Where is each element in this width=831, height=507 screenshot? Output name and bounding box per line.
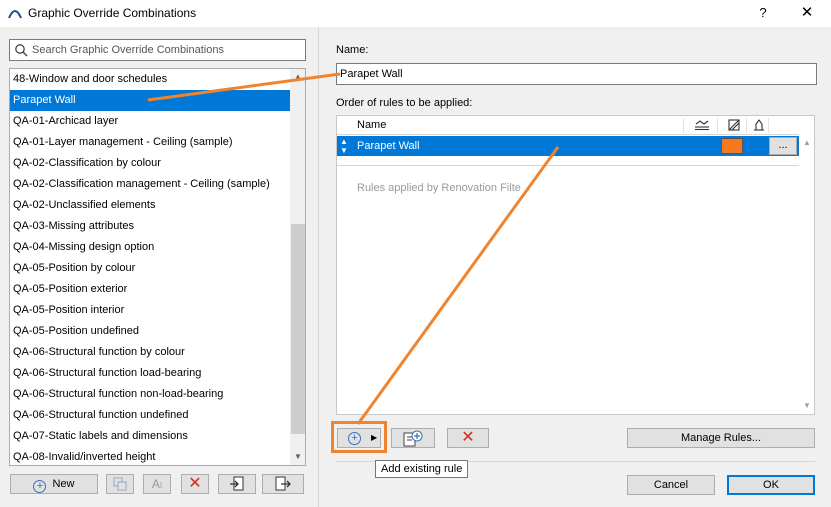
renovation-rules-text: Rules applied by Renovation Filte [357, 182, 521, 194]
window-title: Graphic Override Combinations [28, 6, 197, 20]
combination-list-item[interactable]: QA-06-Structural function load-bearing [10, 363, 290, 384]
combination-list-item[interactable]: QA-02-Classification by colour [10, 153, 290, 174]
duplicate-icon [113, 477, 127, 491]
fill-override-icon [728, 119, 740, 131]
export-icon [275, 476, 291, 491]
archicad-app-icon [8, 10, 22, 19]
rule-row[interactable]: ▲ ▼ Parapet Wall ... [337, 136, 799, 156]
column-separator [683, 118, 684, 133]
combination-list-item[interactable]: QA-05-Position by colour [10, 258, 290, 279]
pen-override-icon [754, 119, 764, 131]
list-scrollbar[interactable]: ▲ ▼ [290, 69, 305, 465]
combination-list-item[interactable]: QA-01-Archicad layer [10, 111, 290, 132]
combination-list-item[interactable]: QA-08-Invalid/inverted height [10, 447, 290, 465]
import-button[interactable] [218, 474, 256, 494]
name-label: Name: [336, 44, 369, 56]
column-separator [768, 118, 769, 133]
delete-combination-button[interactable]: ✕ [181, 474, 209, 494]
surface-override-icon [695, 120, 709, 131]
combination-list-item[interactable]: QA-03-Missing attributes [10, 216, 290, 237]
delete-x-icon: ✕ [461, 429, 475, 446]
scroll-thumb[interactable] [291, 224, 305, 434]
combinations-panel: 48-Window and door schedulesParapet Wall… [0, 27, 318, 507]
drag-handle-icon[interactable]: ▲ ▼ [339, 137, 349, 155]
column-header-name[interactable]: Name [357, 119, 386, 131]
new-rule-button[interactable] [391, 428, 435, 448]
combination-list-item[interactable]: QA-04-Missing design option [10, 237, 290, 258]
new-button-label: New [52, 478, 75, 490]
add-existing-rule-button[interactable]: + ▶ [337, 428, 381, 448]
dropdown-arrow-icon: ▶ [371, 433, 378, 442]
column-separator [717, 118, 718, 133]
export-button[interactable] [262, 474, 304, 494]
close-button[interactable]: ✕ [796, 3, 818, 23]
help-button[interactable]: ? [752, 3, 774, 23]
combination-list-item[interactable]: Parapet Wall [10, 90, 290, 111]
import-icon [230, 476, 244, 491]
rename-button[interactable]: AI [143, 474, 171, 494]
new-rule-icon [403, 430, 423, 447]
rename-icon: AI [151, 477, 163, 491]
scroll-down-arrow-icon[interactable]: ▼ [290, 449, 305, 465]
combination-list-item[interactable]: QA-07-Static labels and dimensions [10, 426, 290, 447]
combinations-list: 48-Window and door schedules Parapet Wall… [9, 68, 306, 466]
manage-rules-button[interactable]: Manage Rules... [627, 428, 815, 448]
rule-name: Parapet Wall [357, 140, 420, 152]
search-icon [15, 44, 28, 57]
combination-list-item[interactable]: QA-02-Unclassified elements [10, 195, 290, 216]
plus-circle-icon: + [33, 480, 47, 493]
renovation-separator [337, 165, 799, 166]
name-input[interactable] [336, 63, 817, 85]
rules-list: Name ▲ ▼ Parapet Wall ... Rules applied b… [336, 115, 815, 415]
rule-color-swatch[interactable] [721, 138, 743, 154]
plus-circle-icon: + [348, 432, 361, 445]
title-bar: Graphic Override Combinations ? ✕ [0, 0, 831, 27]
new-combination-button[interactable]: + New [10, 474, 98, 494]
combination-list-item[interactable]: 48-Window and door schedules [10, 69, 290, 90]
scroll-up-arrow-icon[interactable]: ▲ [290, 69, 305, 85]
cancel-button[interactable]: Cancel [627, 475, 715, 495]
combination-list-item[interactable]: QA-02-Classification management - Ceilin… [10, 174, 290, 195]
ok-button[interactable]: OK [727, 475, 815, 495]
duplicate-button[interactable] [106, 474, 134, 494]
combination-list-item[interactable]: QA-06-Structural function undefined [10, 405, 290, 426]
tooltip: Add existing rule [375, 460, 469, 478]
rules-list-header: Name [337, 116, 799, 135]
combination-list-item[interactable]: QA-06-Structural function by colour [10, 342, 290, 363]
rules-scroll-up-icon[interactable]: ▲ [800, 138, 814, 152]
remove-rule-button[interactable]: ✕ [447, 428, 489, 448]
combination-list-item[interactable]: QA-05-Position exterior [10, 279, 290, 300]
search-box[interactable] [9, 39, 306, 61]
combination-list-item[interactable]: QA-01-Layer management - Ceiling (sample… [10, 132, 290, 153]
combination-list-item[interactable]: QA-05-Position interior [10, 300, 290, 321]
column-separator [746, 118, 747, 133]
rule-options-button[interactable]: ... [769, 137, 797, 155]
rules-scroll-down-icon[interactable]: ▼ [800, 401, 814, 415]
panel-divider[interactable] [318, 27, 319, 507]
delete-x-icon: ✕ [188, 475, 202, 492]
order-of-rules-label: Order of rules to be applied: [336, 97, 473, 109]
combination-list-item[interactable]: QA-05-Position undefined [10, 321, 290, 342]
combinations-list-items: 48-Window and door schedules Parapet Wall… [10, 69, 290, 465]
combination-list-item[interactable]: QA-06-Structural function non-load-beari… [10, 384, 290, 405]
search-input[interactable] [32, 42, 300, 58]
